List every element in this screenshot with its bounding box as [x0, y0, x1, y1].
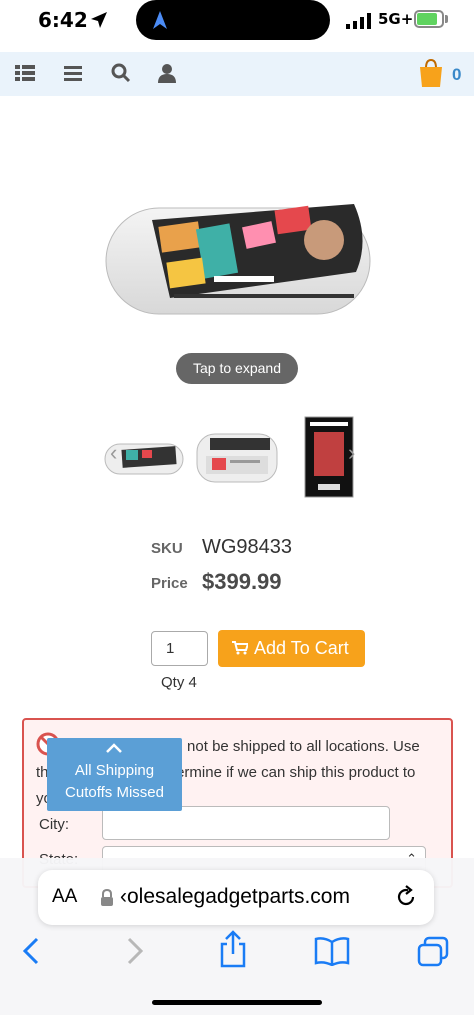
dynamic-island: [136, 0, 330, 40]
cutoff-line-1: All Shipping: [74, 762, 155, 779]
cart-count[interactable]: 0: [452, 65, 461, 85]
status-bar: 6:42 5G+: [0, 0, 474, 44]
bookmarks-icon[interactable]: [314, 936, 350, 966]
share-icon[interactable]: [218, 930, 248, 968]
status-time: 6:42: [38, 8, 88, 32]
cart-icon: [232, 641, 248, 655]
user-icon[interactable]: [158, 63, 176, 83]
forward-icon[interactable]: [122, 936, 146, 966]
shopping-bag-icon[interactable]: [418, 58, 444, 88]
city-input[interactable]: [102, 806, 390, 840]
tabs-icon[interactable]: [416, 936, 450, 968]
address-bar[interactable]: AA ‹olesalegadgetparts.com: [38, 870, 434, 925]
battery-tip: [445, 15, 448, 23]
quantity-note: Qty 4: [161, 674, 197, 691]
price-value: $399.99: [202, 569, 282, 594]
url-text[interactable]: ‹olesalegadgetparts.com: [120, 885, 350, 909]
add-to-cart-button[interactable]: Add To Cart: [218, 630, 365, 667]
city-label: City:: [39, 816, 69, 833]
carousel-next-icon[interactable]: ›: [348, 440, 355, 466]
shipping-cutoff-popup[interactable]: All Shipping Cutoffs Missed: [47, 738, 182, 811]
chevron-up-icon[interactable]: [105, 742, 123, 754]
lock-icon: [101, 889, 113, 906]
tap-to-expand-hint[interactable]: Tap to expand: [176, 353, 298, 384]
location-arrow-icon: [91, 12, 107, 28]
battery-charging-icon: [414, 10, 444, 28]
sku-value: WG98433: [202, 536, 293, 558]
reload-icon[interactable]: [394, 885, 418, 909]
thumbnail-3[interactable]: [304, 416, 354, 498]
search-icon[interactable]: [111, 63, 131, 83]
navigation-icon: [153, 11, 167, 29]
carousel-prev-icon[interactable]: ‹: [110, 440, 117, 466]
site-header: 0: [0, 52, 474, 96]
menu-icon[interactable]: [64, 63, 82, 83]
price-label: Price: [151, 575, 188, 592]
product-image[interactable]: [104, 180, 372, 320]
list-icon[interactable]: [15, 63, 35, 83]
browser-toolbar: AA ‹olesalegadgetparts.com: [0, 858, 474, 1015]
add-to-cart-label: Add To Cart: [254, 638, 349, 658]
thumbnail-strip: ‹ ›: [100, 414, 380, 500]
quantity-input[interactable]: 1: [151, 631, 208, 666]
sku-label: SKU: [151, 540, 183, 557]
network-type: 5G+: [378, 10, 414, 28]
home-indicator: [152, 1000, 322, 1005]
signal-icon: [346, 13, 371, 29]
thumbnail-2[interactable]: [196, 430, 278, 486]
cutoff-line-2: Cutoffs Missed: [65, 784, 164, 801]
reader-aa-button[interactable]: AA: [52, 886, 77, 908]
back-icon[interactable]: [20, 936, 44, 966]
